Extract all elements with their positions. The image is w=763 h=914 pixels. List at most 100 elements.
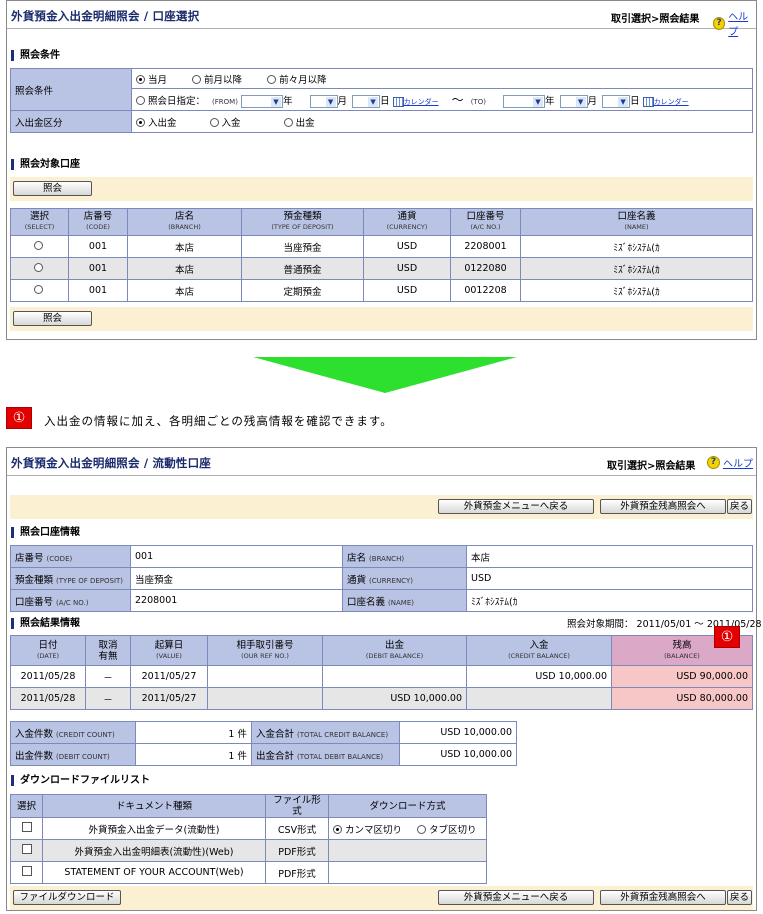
- option-date-range[interactable]: 照会日指定：: [136, 96, 205, 107]
- debit-total-label: 出金合計 (TOTAL DEBIT BALANCE): [251, 743, 400, 766]
- select-cell[interactable]: [10, 257, 69, 280]
- name-value: ﾐｽﾞﾎｼｽﾃﾑ(ｶ: [466, 589, 753, 612]
- help-link[interactable]: ? ヘルプ: [713, 8, 756, 38]
- radio-icon: [136, 117, 145, 127]
- calendar-link[interactable]: カレンダー: [654, 98, 689, 106]
- option-this-month[interactable]: 当月: [136, 72, 167, 86]
- dl-format-cell: CSV形式: [265, 817, 329, 840]
- balance-cell: USD 90,000.00: [611, 665, 753, 688]
- breadcrumb: 取引選択>照会結果: [611, 14, 700, 25]
- help-label: ヘルプ: [723, 459, 753, 470]
- section-heading-download: ダウンロードファイルリスト: [11, 775, 150, 786]
- accounts-table: 選択 (SELECT) 店番号 (CODE) 店名 (BRANCH) 預金種類 (TYP…: [10, 208, 753, 302]
- back-button[interactable]: 戻る: [727, 890, 752, 905]
- calendar-icon[interactable]: [642, 96, 654, 107]
- debit-count-value: 1 件: [135, 743, 252, 766]
- col-currency: 通貨 (CURRENCY): [363, 208, 451, 236]
- debit-count-label: 出金件数 (DEBIT COUNT): [10, 743, 136, 766]
- calendar-link[interactable]: カレンダー: [404, 98, 439, 106]
- dl-col-method: ダウンロード方式: [328, 794, 487, 818]
- to-day-select[interactable]: [602, 95, 631, 108]
- query-button[interactable]: 照会: [13, 181, 92, 196]
- callout-text: 入出金の情報に加え、各明細ごとの残高情報を確認できます。: [44, 414, 393, 428]
- section-heading-account: 照会口座情報: [11, 527, 80, 538]
- credit-count-label: 入金件数 (CREDIT COUNT): [10, 721, 136, 744]
- radio-icon: [136, 96, 145, 105]
- type-cell: 普通預金: [241, 257, 364, 280]
- back-button[interactable]: 戻る: [727, 499, 752, 514]
- query-button[interactable]: 照会: [13, 311, 92, 326]
- day-unit: 日: [380, 96, 390, 107]
- help-label: ヘルプ: [728, 12, 749, 38]
- help-icon: ?: [707, 456, 720, 469]
- value-date-cell: 2011/05/27: [130, 687, 208, 710]
- account-info-table: 店番号 (CODE) 001 店名 (BRANCH) 本店 預金種類 (TYPE…: [10, 545, 753, 612]
- month-unit: 月: [587, 96, 598, 107]
- from-year-select[interactable]: [240, 95, 283, 108]
- to-year-select[interactable]: [502, 95, 545, 108]
- option-comma[interactable]: カンマ区切り: [333, 824, 402, 836]
- value-date-cell: 2011/05/27: [130, 665, 208, 688]
- date-cell: 2011/05/28: [10, 687, 86, 710]
- radio-icon: [33, 241, 43, 250]
- option-since-last-month[interactable]: 前月以降: [192, 72, 242, 86]
- dl-doc-cell: STATEMENT OF YOUR ACCOUNT(Web): [42, 861, 266, 884]
- breadcrumb: 取引選択>照会結果: [607, 461, 696, 472]
- dl-select-cell[interactable]: [10, 839, 43, 862]
- select-cell[interactable]: [10, 279, 69, 302]
- option-all[interactable]: 入出金: [136, 115, 177, 129]
- col-select: 選択 (SELECT): [10, 208, 69, 236]
- name-cell: ﾐｽﾞﾎｼｽﾃﾑ(ｶ: [520, 279, 753, 302]
- dl-select-cell[interactable]: [10, 861, 43, 884]
- radio-icon: [136, 74, 145, 84]
- acno-cell: 0122080: [450, 257, 521, 280]
- cancel-cell: －: [85, 665, 131, 688]
- dl-method-cell: カンマ区切り タブ区切り: [328, 817, 487, 840]
- type-options: 入出金 入金 出金: [131, 110, 753, 133]
- currency-value: USD: [466, 567, 753, 590]
- list-item: STATEMENT OF YOUR ACCOUNT(Web) PDF形式: [10, 861, 487, 884]
- calendar-icon[interactable]: [392, 96, 404, 107]
- option-since-two-months[interactable]: 前々月以降: [267, 72, 327, 86]
- dl-doc-cell: 外貨預金入出金明細表(流動性)(Web): [42, 839, 266, 862]
- ref-cell: [207, 687, 323, 710]
- dl-format-cell: PDF形式: [265, 839, 329, 862]
- currency-cell: USD: [363, 235, 451, 258]
- col-date: 日付 (DATE): [10, 635, 86, 666]
- statement-result-panel: 外貨預金入出金明細照会 / 流動性口座 取引選択>照会結果 ? ヘルプ 外貨預金…: [6, 447, 762, 911]
- from-day-select[interactable]: [352, 95, 381, 108]
- col-acno: 口座番号 (A/C NO.): [450, 208, 521, 236]
- credit-count-value: 1 件: [135, 721, 252, 744]
- account-selection-panel: 外貨預金入出金明細照会 / 口座選択 取引選択>照会結果 ? ヘルプ 照会条件 …: [6, 0, 757, 340]
- dl-col-select: 選択: [10, 794, 43, 818]
- option-tab[interactable]: タブ区切り: [417, 824, 477, 836]
- acno-cell: 0012208: [450, 279, 521, 302]
- branch-cell: 本店: [127, 235, 242, 258]
- type-label: 入出金区分: [10, 110, 132, 133]
- back-to-menu-button[interactable]: 外貨預金メニューへ戻る: [438, 890, 594, 905]
- table-row[interactable]: 001 本店 定期預金 USD 0012208 ﾐｽﾞﾎｼｽﾃﾑ(ｶ: [10, 279, 753, 302]
- table-row[interactable]: 001 本店 普通預金 USD 0122080 ﾐｽﾞﾎｼｽﾃﾑ(ｶ: [10, 257, 753, 280]
- button-bar-top: 照会: [10, 177, 753, 201]
- file-download-button[interactable]: ファイルダウンロード: [13, 890, 121, 905]
- balance-cell: USD 80,000.00: [611, 687, 753, 710]
- checkbox-icon: [21, 866, 32, 876]
- back-to-menu-button[interactable]: 外貨預金メニューへ戻る: [438, 499, 594, 514]
- credit-cell: [466, 687, 612, 710]
- radio-icon: [192, 74, 202, 84]
- table-row[interactable]: 001 本店 当座預金 USD 2208001 ﾐｽﾞﾎｼｽﾃﾑ(ｶ: [10, 235, 753, 258]
- balance-inquiry-button[interactable]: 外貨預金残高照会へ: [600, 499, 726, 514]
- option-withdrawal[interactable]: 出金: [283, 115, 315, 129]
- statement-table: 日付 (DATE) 取消 有無 起算日 (VALUE) 相手取引番号 (OUR REF…: [10, 635, 753, 710]
- list-item: 外貨預金入出金データ(流動性) CSV形式 カンマ区切り タブ区切り: [10, 817, 487, 840]
- option-deposit[interactable]: 入金: [209, 115, 241, 129]
- dl-select-cell[interactable]: [10, 817, 43, 840]
- col-branch: 店名 (BRANCH): [127, 208, 242, 236]
- help-link[interactable]: ? ヘルプ: [707, 455, 753, 470]
- to-month-select[interactable]: [559, 95, 588, 108]
- select-cell[interactable]: [10, 235, 69, 258]
- section-heading-conditions: 照会条件: [11, 50, 60, 61]
- dl-col-format: ファイル形式: [265, 794, 329, 818]
- from-month-select[interactable]: [309, 95, 338, 108]
- balance-inquiry-button[interactable]: 外貨預金残高照会へ: [600, 890, 726, 905]
